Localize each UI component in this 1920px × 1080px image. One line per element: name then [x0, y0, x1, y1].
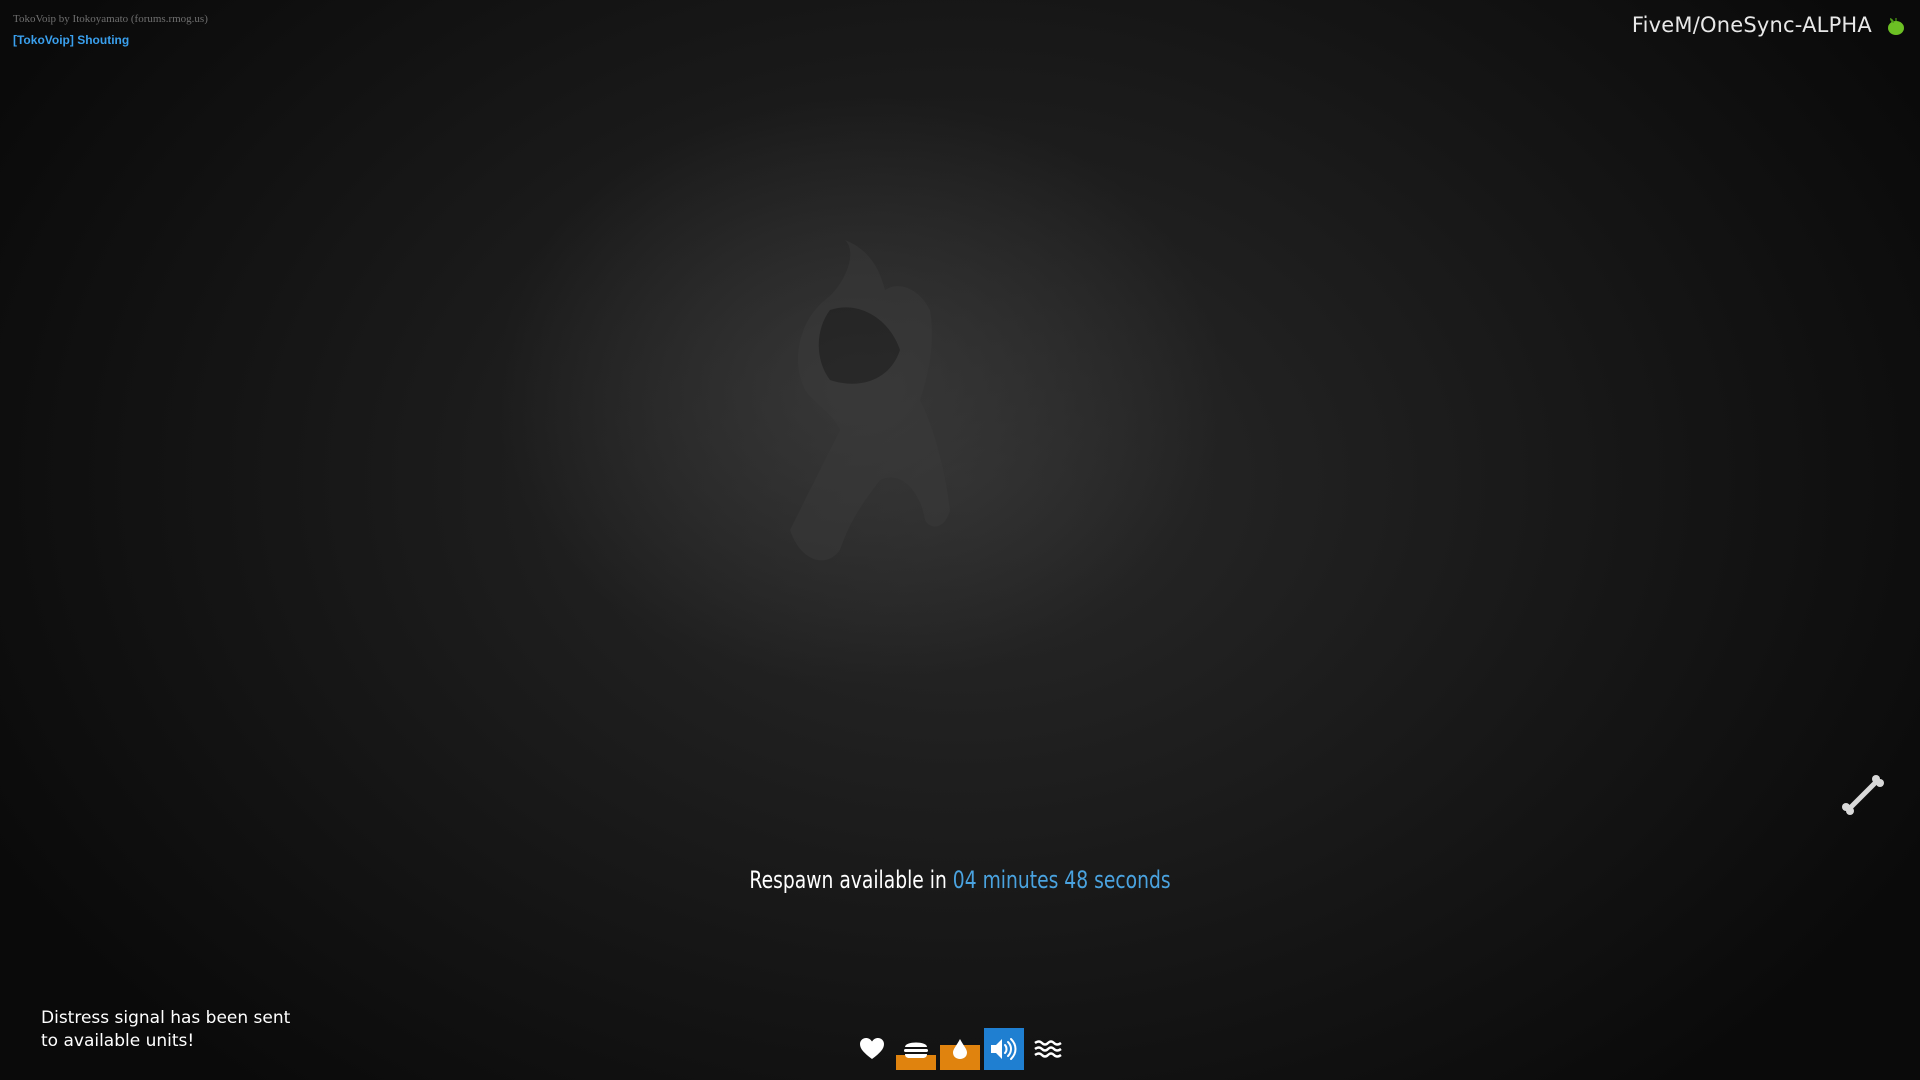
status-voice	[984, 1028, 1024, 1070]
respawn-prefix: Respawn available in	[749, 866, 947, 894]
wave-icon	[1034, 1040, 1062, 1058]
voip-mode-indicator: [TokoVoip] Shouting	[13, 33, 130, 47]
speaker-icon	[991, 1038, 1017, 1060]
respawn-time: 04 minutes 48 seconds	[952, 866, 1171, 894]
downed-player-figure	[790, 240, 950, 561]
status-thirst	[940, 1028, 980, 1070]
status-stamina	[1028, 1028, 1068, 1070]
voip-credit-text: TokoVoip by Itokoyamato (forums.rmog.us)	[13, 13, 208, 25]
bone-icon	[1842, 775, 1884, 815]
status-bar	[852, 1028, 1068, 1070]
water-drop-icon	[953, 1039, 967, 1059]
status-hunger	[896, 1028, 936, 1070]
respawn-timer: Respawn available in 04 minutes 48 secon…	[211, 866, 1709, 894]
burger-icon	[904, 1042, 928, 1058]
heart-icon	[860, 1038, 884, 1059]
game-scene-background	[0, 0, 1920, 1080]
green-fruit-icon	[1888, 18, 1904, 35]
distress-notification: Distress signal has been sent to availab…	[41, 1007, 321, 1053]
status-health	[852, 1028, 892, 1070]
distress-line-1: Distress signal has been sent	[41, 1008, 291, 1028]
server-name: FiveM/OneSync-ALPHA	[1631, 13, 1872, 37]
distress-line-2: to available units!	[41, 1031, 195, 1051]
